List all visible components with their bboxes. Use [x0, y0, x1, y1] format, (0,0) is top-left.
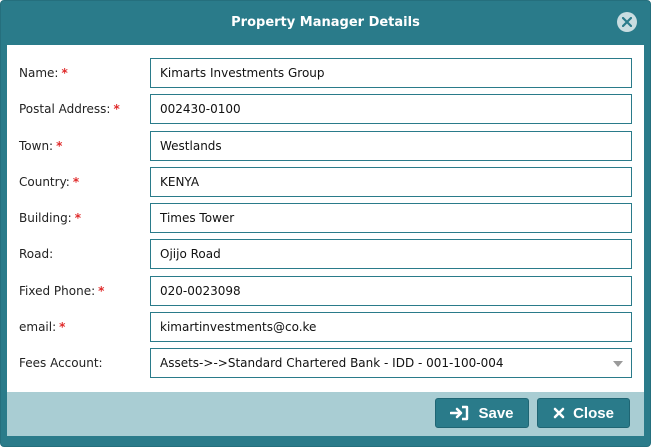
- name-field[interactable]: Kimarts Investments Group: [150, 58, 632, 88]
- building-label-text: Building:: [19, 211, 72, 225]
- town-label: Town: *: [19, 131, 62, 161]
- email-label: email: *: [19, 312, 65, 342]
- road-label-text: Road:: [19, 247, 54, 261]
- form-body: Name: * Kimarts Investments Group Postal …: [7, 45, 644, 392]
- form-row-country: Country: * KENYA: [7, 167, 644, 197]
- dialog-titlebar: Property Manager Details: [1, 1, 650, 43]
- dialog-title: Property Manager Details: [231, 14, 420, 30]
- email-field[interactable]: kimartinvestments@co.ke: [150, 312, 632, 342]
- road-label: Road:: [19, 239, 53, 269]
- postal-address-label-text: Postal Address:: [19, 102, 111, 116]
- fees-account-selected-value: Assets->->Standard Chartered Bank - IDD …: [160, 356, 504, 370]
- save-button-label: Save: [478, 404, 514, 422]
- form-row-fees-account: Fees Account: Assets->->Standard Charter…: [7, 348, 644, 378]
- name-label: Name: *: [19, 58, 68, 88]
- form-row-building: Building: * Times Tower: [7, 203, 644, 233]
- form-row-town: Town: * Westlands: [7, 131, 644, 161]
- fees-account-select[interactable]: Assets->->Standard Chartered Bank - IDD …: [150, 348, 632, 378]
- country-field[interactable]: KENYA: [150, 167, 632, 197]
- fees-account-label: Fees Account:: [19, 356, 103, 370]
- sign-in-icon: [450, 405, 470, 421]
- country-label-text: Country:: [19, 175, 70, 189]
- required-marker: *: [56, 139, 63, 153]
- building-field[interactable]: Times Tower: [150, 203, 632, 233]
- form-row-fixed-phone: Fixed Phone: * 020-0023098: [7, 276, 644, 306]
- form-row-road: Road: Ojijo Road: [7, 239, 644, 269]
- form-row-name: Name: * Kimarts Investments Group: [7, 58, 644, 88]
- required-marker: *: [72, 175, 80, 189]
- required-marker: *: [61, 66, 68, 80]
- close-button-label: Close: [573, 404, 614, 422]
- chevron-down-icon[interactable]: [613, 361, 623, 367]
- country-label: Country: *: [19, 167, 79, 197]
- form-row-postal-address: Postal Address: * 002430-0100: [7, 94, 644, 124]
- form-row-email: email: * kimartinvestments@co.ke: [7, 312, 644, 342]
- postal-address-label: Postal Address: *: [19, 94, 120, 124]
- required-marker: *: [113, 102, 120, 116]
- building-label: Building: *: [19, 203, 81, 233]
- road-field[interactable]: Ojijo Road: [150, 239, 632, 269]
- required-marker: *: [59, 320, 66, 334]
- fixed-phone-label: Fixed Phone: *: [19, 276, 104, 306]
- save-button[interactable]: Save: [435, 398, 529, 428]
- fixed-phone-label-text: Fixed Phone:: [19, 284, 96, 298]
- required-marker: *: [98, 284, 105, 298]
- close-x-glyph: [622, 17, 632, 27]
- close-button[interactable]: Close: [537, 398, 630, 428]
- email-label-text: email:: [19, 320, 57, 334]
- close-icon[interactable]: [617, 12, 637, 32]
- name-label-text: Name:: [19, 66, 59, 80]
- town-field[interactable]: Westlands: [150, 131, 632, 161]
- fixed-phone-field[interactable]: 020-0023098: [150, 276, 632, 306]
- dialog-footer: Save Close: [7, 392, 644, 436]
- town-label-text: Town:: [19, 139, 54, 153]
- property-manager-dialog: Property Manager Details Name: * Kimarts …: [0, 0, 651, 447]
- x-icon: [553, 407, 565, 419]
- required-marker: *: [74, 211, 82, 225]
- postal-address-field[interactable]: 002430-0100: [150, 94, 632, 124]
